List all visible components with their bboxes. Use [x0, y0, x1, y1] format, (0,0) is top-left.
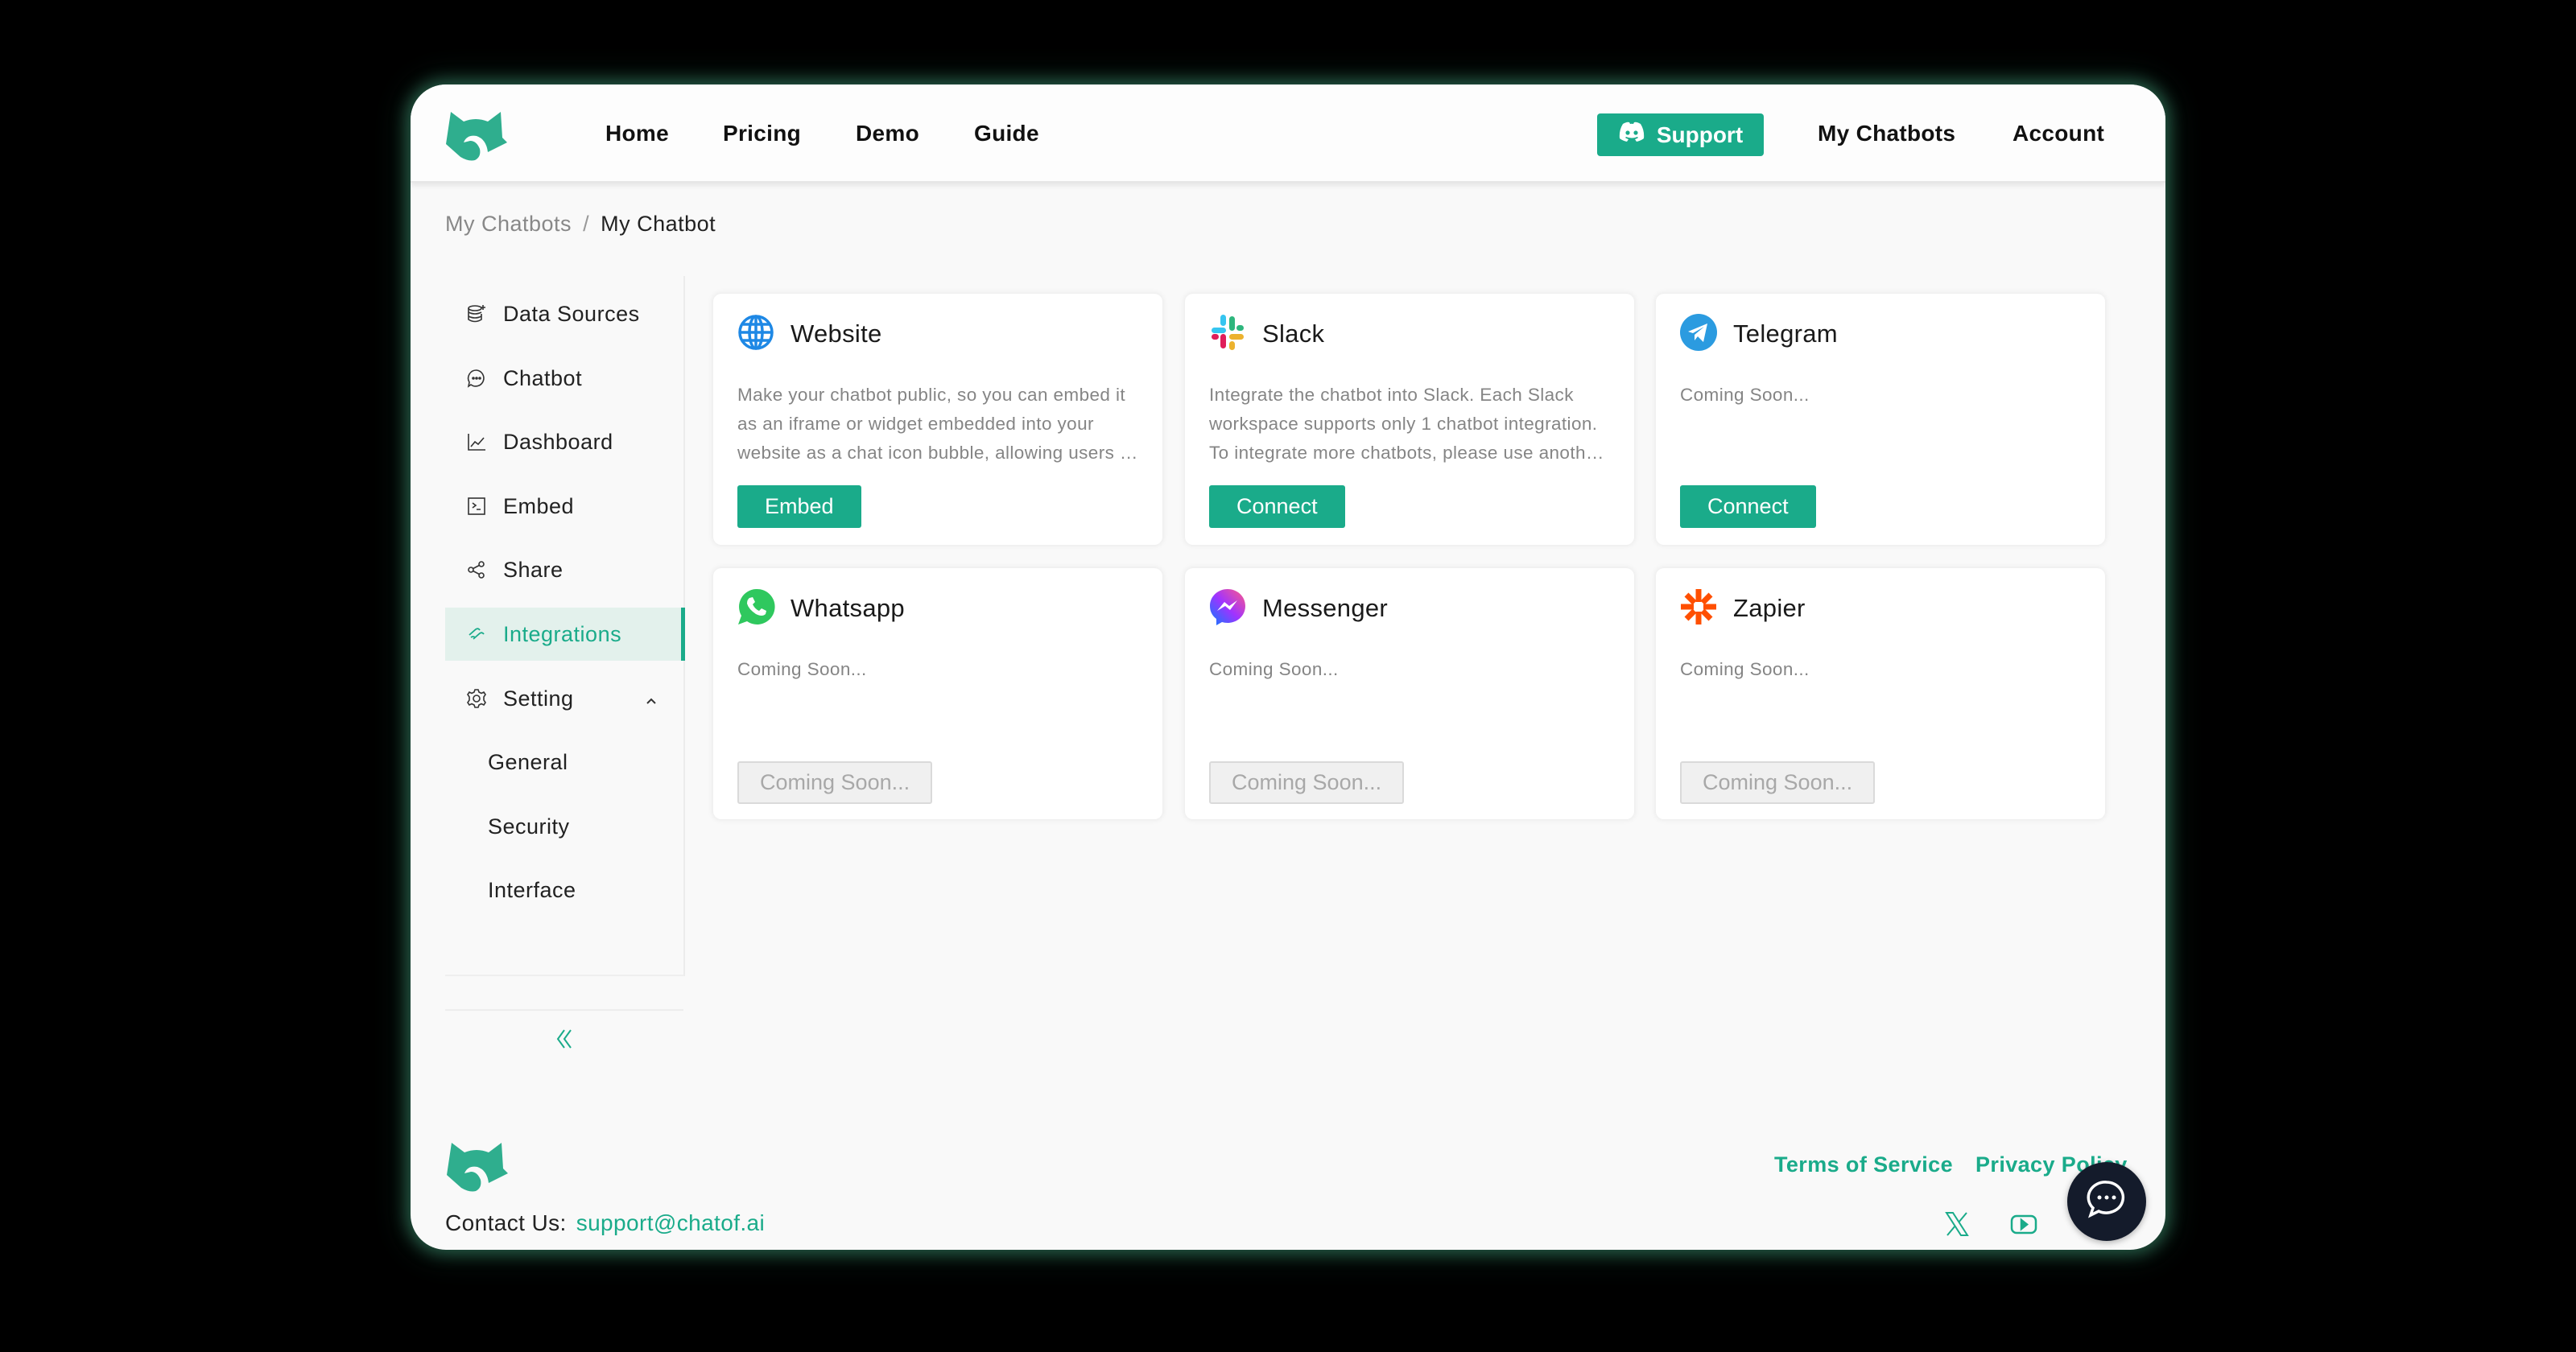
sidebar-item-label: Embed [503, 493, 575, 518]
sidebar-subitem-general[interactable]: General [445, 736, 683, 789]
breadcrumb-separator: / [583, 212, 590, 236]
nav-account[interactable]: Account [2013, 120, 2104, 147]
integration-title: Zapier [1733, 594, 1806, 622]
messenger-icon [1208, 586, 1248, 628]
line-chart-icon [466, 431, 487, 452]
share-icon [466, 559, 487, 580]
integration-title: Telegram [1733, 319, 1838, 348]
sidebar-item-label: Chatbot [503, 365, 583, 390]
sidebar-item-label: Share [503, 557, 564, 582]
support-label: Support [1656, 122, 1744, 147]
connect-button[interactable]: Connect [1209, 485, 1345, 528]
integration-title: Slack [1262, 319, 1325, 348]
sidebar-item-share[interactable]: Share [445, 543, 683, 596]
integration-title: Whatsapp [791, 594, 905, 622]
contact-us: Contact Us: support@chatof.ai [445, 1209, 765, 1238]
x-icon[interactable] [1940, 1207, 1974, 1241]
breadcrumb-current: My Chatbot [601, 212, 716, 236]
sidebar-item-label: Setting [503, 686, 574, 711]
sidebar-item-integrations[interactable]: Integrations [445, 608, 685, 661]
nav-demo[interactable]: Demo [856, 120, 919, 147]
sidebar-divider [445, 1009, 683, 1011]
nav-my-chatbots[interactable]: My Chatbots [1818, 120, 1955, 147]
sidebar-item-dashboard[interactable]: Dashboard [445, 415, 683, 468]
nav-pricing[interactable]: Pricing [723, 120, 801, 147]
integration-description: Make your chatbot public, so you can emb… [737, 385, 1136, 463]
embed-button[interactable]: Embed [737, 485, 861, 528]
integration-card-whatsapp: Whatsapp Coming Soon... Coming Soon... [713, 568, 1162, 819]
terms-of-service-link[interactable]: Terms of Service [1774, 1152, 1953, 1177]
youtube-icon[interactable] [2007, 1207, 2041, 1241]
logo-icon[interactable] [444, 110, 507, 162]
sidebar: Data Sources Chatbot Dashboard Embed Sha… [445, 276, 685, 1049]
sidebar-subitem-interface[interactable]: Interface [445, 864, 683, 917]
top-nav-bar: Home Pricing Demo Guide Support My Chatb… [411, 84, 2165, 183]
whatsapp-icon [736, 586, 776, 628]
database-icon [466, 303, 487, 324]
support-button[interactable]: Support [1597, 113, 1764, 156]
integration-card-slack: Slack Integrate the chatbot into Slack. … [1185, 294, 1634, 545]
contact-label: Contact Us: [445, 1210, 567, 1235]
coming-soon-button[interactable]: Coming Soon... [1209, 761, 1405, 804]
sidebar-subitem-security[interactable]: Security [445, 800, 683, 853]
discord-icon [1618, 122, 1645, 148]
connect-button[interactable]: Connect [1680, 485, 1816, 528]
integration-description: Coming Soon... [1209, 659, 1339, 679]
integration-description: Coming Soon... [737, 659, 867, 679]
slack-icon [1208, 311, 1248, 353]
chevron-up-icon[interactable] [643, 690, 659, 706]
telegram-icon [1678, 311, 1719, 353]
integration-card-telegram: Telegram Coming Soon... Connect [1656, 294, 2105, 545]
chat-widget-button[interactable] [2067, 1162, 2146, 1241]
coming-soon-button[interactable]: Coming Soon... [737, 761, 933, 804]
chat-bubble-icon [2084, 1177, 2129, 1226]
integration-description: Integrate the chatbot into Slack. Each S… [1209, 385, 1603, 463]
integration-title: Website [791, 319, 882, 348]
sidebar-item-data-sources[interactable]: Data Sources [445, 287, 683, 340]
globe-icon [736, 311, 776, 353]
integration-card-messenger: Messenger Coming Soon... Coming Soon... [1185, 568, 1634, 819]
sidebar-item-chatbot[interactable]: Chatbot [445, 352, 683, 405]
gear-icon [466, 688, 487, 709]
sidebar-item-label: Dashboard [503, 429, 613, 454]
breadcrumb: My Chatbots / My Chatbot [445, 209, 716, 238]
coming-soon-button[interactable]: Coming Soon... [1680, 761, 1876, 804]
breadcrumb-my-chatbots[interactable]: My Chatbots [445, 212, 572, 236]
integration-card-website: Website Make your chatbot public, so you… [713, 294, 1162, 545]
integration-description: Coming Soon... [1680, 659, 1810, 679]
app-window: Home Pricing Demo Guide Support My Chatb… [411, 84, 2165, 1250]
sidebar-item-label: Data Sources [503, 301, 640, 326]
footer-logo-icon[interactable] [445, 1141, 508, 1193]
link-icon [466, 624, 487, 645]
integration-title: Messenger [1262, 594, 1389, 622]
sidebar-item-setting[interactable]: Setting [445, 672, 683, 725]
collapse-sidebar-button[interactable] [544, 1020, 584, 1061]
nav-guide[interactable]: Guide [974, 120, 1039, 147]
nav-home[interactable]: Home [605, 120, 669, 147]
contact-email-link[interactable]: support@chatof.ai [576, 1210, 765, 1235]
terminal-icon [466, 496, 487, 517]
double-chevron-left-icon [554, 1027, 575, 1055]
integration-card-zapier: Zapier Coming Soon... Coming Soon... [1656, 568, 2105, 819]
sidebar-item-label: Integrations [503, 621, 622, 646]
integration-description: Coming Soon... [1680, 385, 1810, 405]
chat-icon [466, 368, 487, 389]
sidebar-item-embed[interactable]: Embed [445, 480, 683, 533]
zapier-icon [1678, 586, 1719, 628]
